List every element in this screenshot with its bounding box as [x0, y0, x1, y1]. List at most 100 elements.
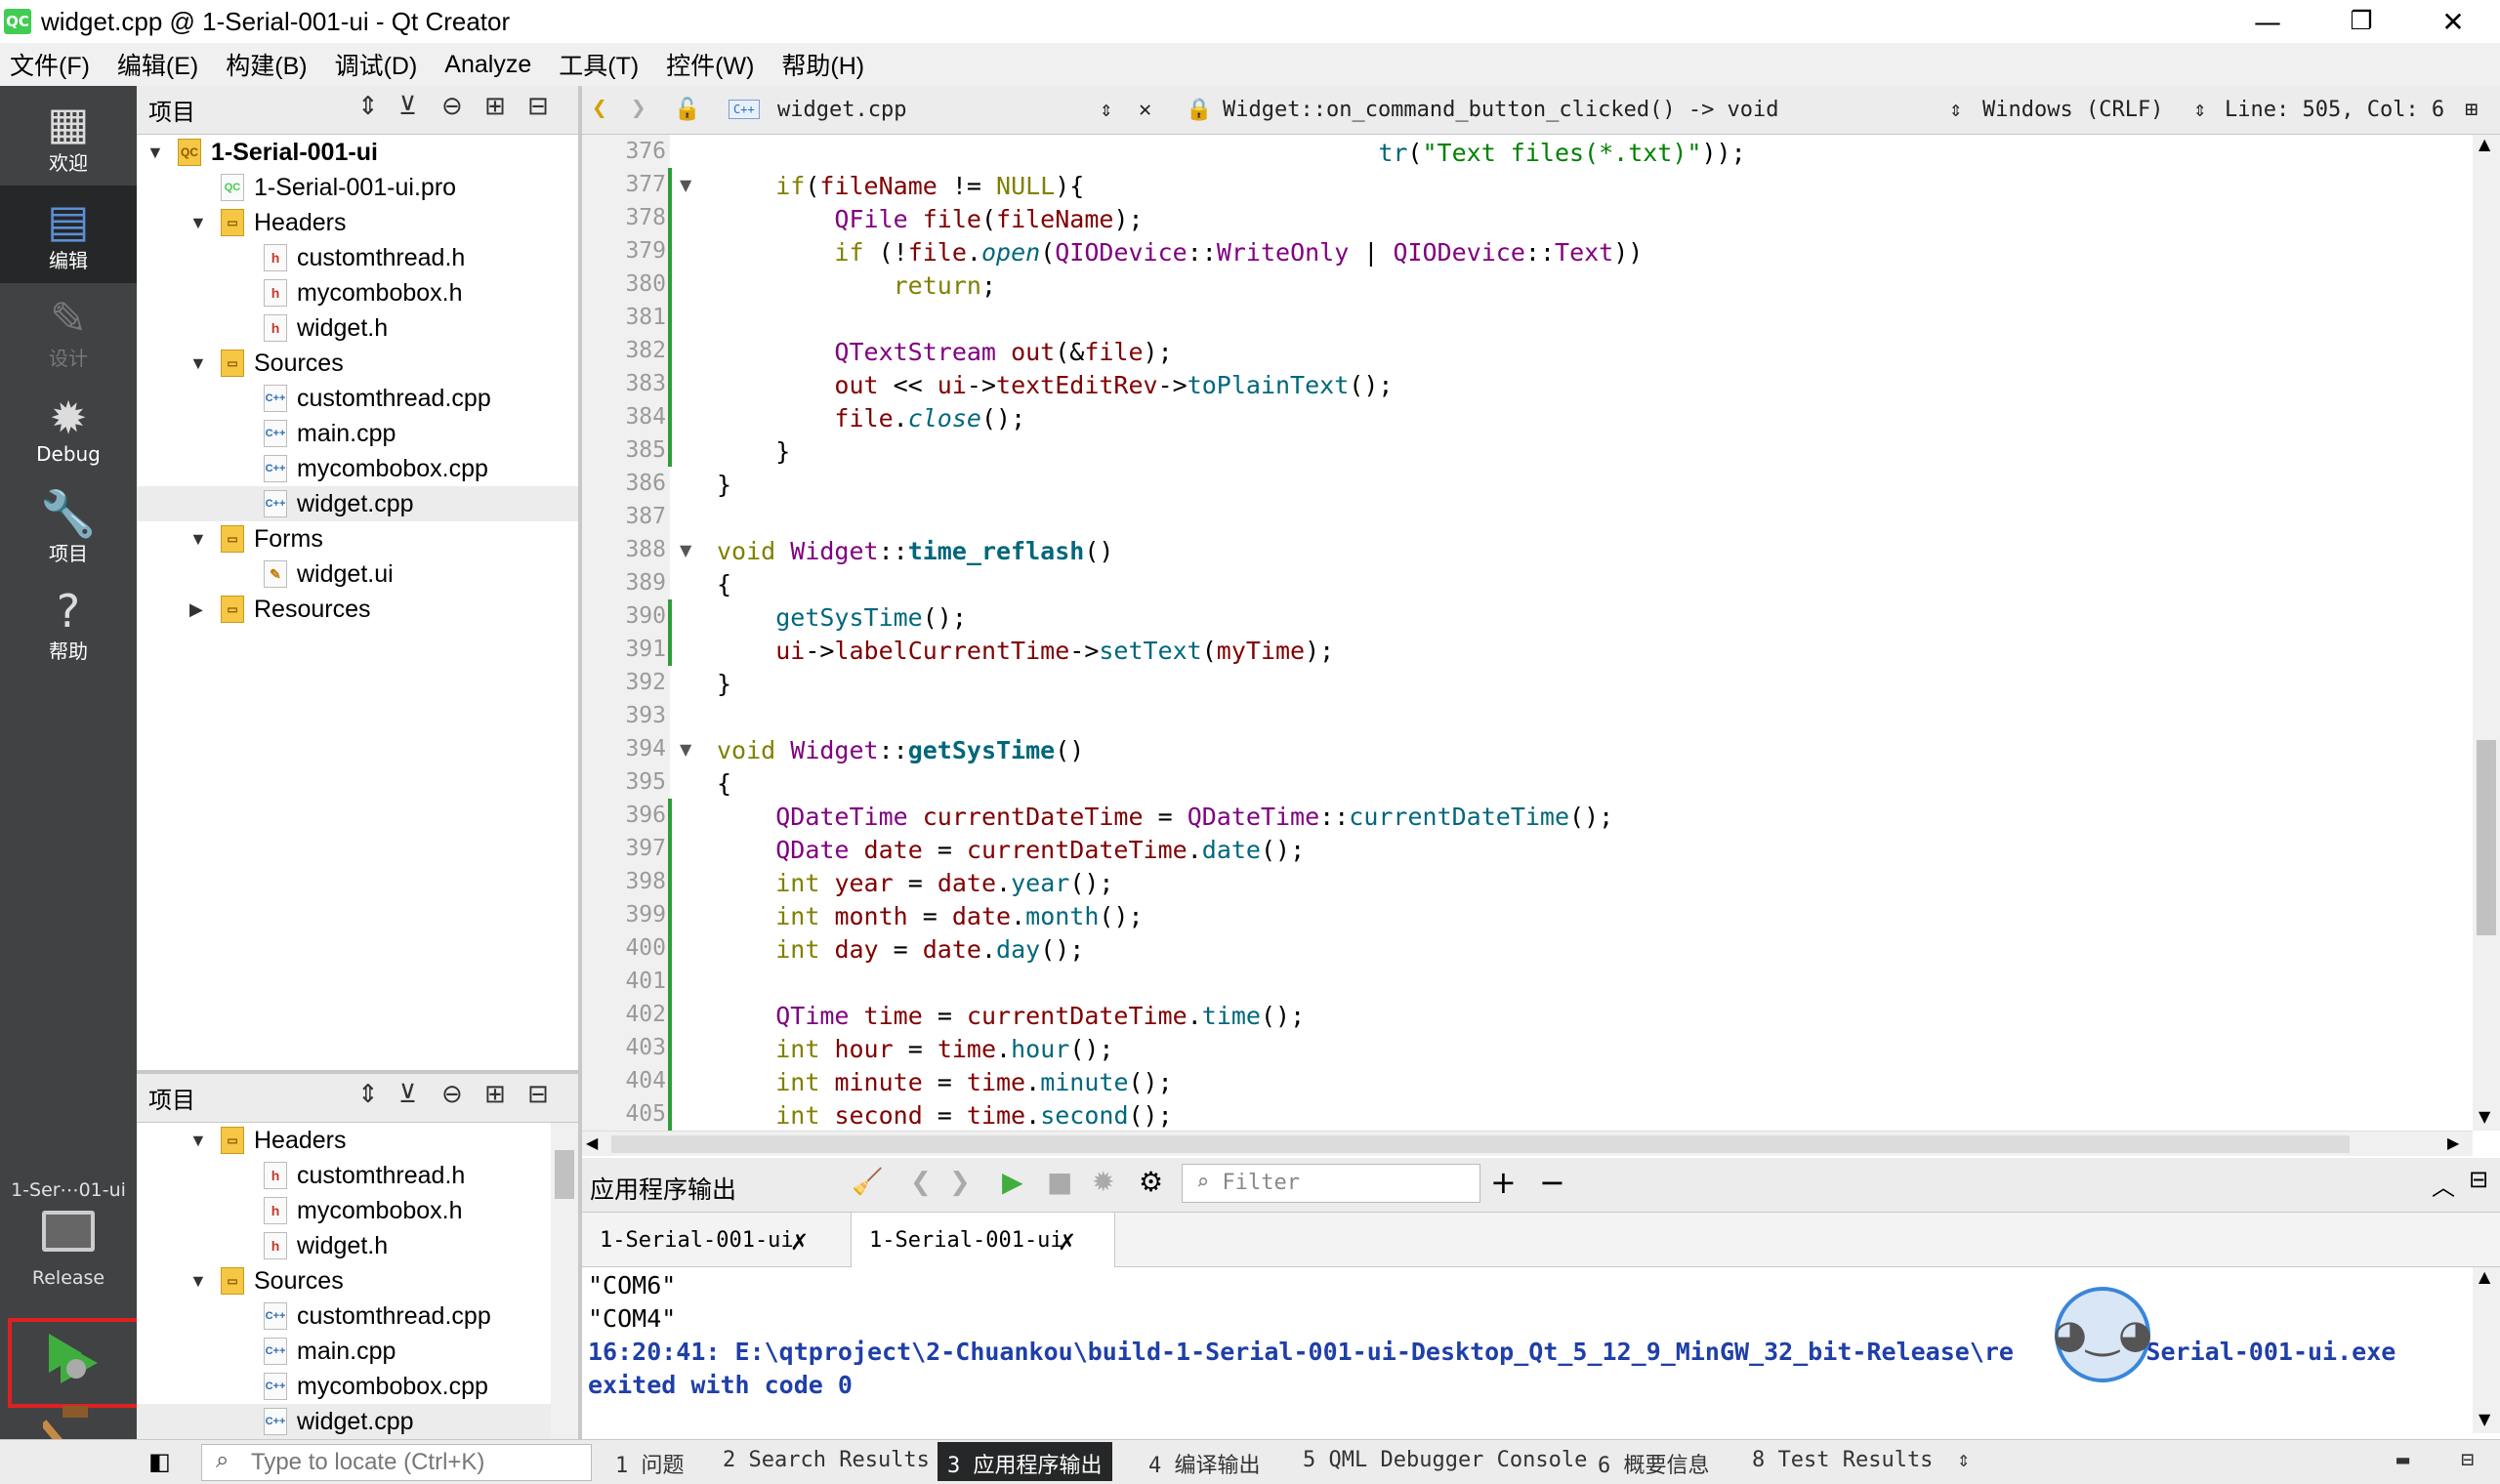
document-combo-arrow-icon[interactable]: ⇕ [1100, 98, 1112, 122]
mode-welcome[interactable]: ▦ 欢迎 [0, 88, 137, 186]
menu-debug[interactable]: 调试(D) [335, 47, 418, 82]
expand-arrow-icon[interactable]: ▼ [189, 1131, 207, 1151]
floating-assistant-avatar[interactable]: ◕‿◕ [2053, 1287, 2152, 1382]
cursor-position[interactable]: Line: 505, Col: 6 [2225, 98, 2444, 122]
stop-icon[interactable]: ■ [1047, 1166, 1072, 1198]
tree-item[interactable]: C++ mycombobox.cpp [137, 451, 578, 486]
kit-selector[interactable]: 1-Ser⋯01-ui Release [0, 1170, 137, 1316]
tree-item[interactable]: C++ customthread.cpp [137, 1298, 578, 1334]
link-icon[interactable]: ⊖ [441, 1080, 463, 1109]
collapse-arrow-icon[interactable]: ▶ [189, 599, 203, 620]
tree-item[interactable]: ▼ QC 1-Serial-001-ui [137, 135, 578, 170]
application-output[interactable]: "COM6" "COM4" 16:20:41: E:\qtproject\2-C… [582, 1267, 2473, 1433]
tree-item[interactable]: ▼ ▭ Sources [137, 1263, 578, 1298]
tree-item[interactable]: h widget.h [137, 1228, 578, 1263]
scroll-up-icon[interactable]: ▲ [2479, 135, 2490, 153]
tree-item[interactable]: C++ main.cpp [137, 416, 578, 451]
menu-file[interactable]: 文件(F) [10, 47, 90, 82]
menu-edit[interactable]: 编辑(E) [117, 47, 198, 82]
tree-item[interactable]: ▶ ▭ Resources [137, 592, 578, 627]
scroll-up-icon[interactable]: ▲ [2479, 1267, 2490, 1286]
rerun-icon[interactable]: ▶ [1002, 1166, 1023, 1198]
attach-debugger-icon[interactable]: ✹ [1092, 1166, 1114, 1198]
filter-icon[interactable]: ⊻ [398, 1080, 417, 1109]
tree-scrollbar-thumb[interactable] [555, 1150, 574, 1199]
open-document-combo[interactable]: widget.cpp [777, 98, 906, 122]
expand-arrow-icon[interactable]: ▼ [189, 353, 207, 374]
tree-item[interactable]: C++ widget.cpp [137, 1404, 578, 1439]
progress-toggle-icon[interactable]: ▬ [2396, 1448, 2409, 1472]
close-tab-icon[interactable]: ✗ [1059, 1224, 1075, 1257]
split-icon[interactable]: ⊞ [484, 1080, 506, 1109]
link-icon[interactable]: ⊖ [441, 92, 463, 121]
editor-vertical-scrollbar[interactable]: ▲ ▼ [2473, 135, 2500, 1131]
tree-item[interactable]: ▼ ▭ Forms [137, 521, 578, 556]
menu-tools[interactable]: 工具(T) [559, 47, 639, 82]
restore-button[interactable]: ❐ [2314, 0, 2408, 43]
scroll-left-icon[interactable]: ◀ [586, 1134, 598, 1152]
close-pane-icon[interactable]: ⊟ [527, 92, 549, 121]
output-tab[interactable]: 1-Serial-001-ui ✗ [582, 1213, 852, 1267]
menu-help[interactable]: 帮助(H) [781, 47, 864, 82]
tree-item[interactable]: h mycombobox.h [137, 275, 578, 310]
tree-item[interactable]: h mycombobox.h [137, 1193, 578, 1228]
close-button[interactable]: ✕ [2406, 0, 2500, 43]
expand-arrow-icon[interactable]: ▼ [189, 529, 207, 550]
tree-item[interactable]: C++ main.cpp [137, 1334, 578, 1369]
line-ending-arrow-icon[interactable]: ⇕ [2193, 98, 2206, 122]
zoom-out-icon[interactable]: − [1539, 1164, 1565, 1201]
fold-marker-icon[interactable]: ▼ [680, 541, 691, 559]
tab-general-messages[interactable]: 6 概要信息 [1598, 1448, 1710, 1479]
tree-scrollbar[interactable] [551, 1123, 578, 1439]
fold-marker-icon[interactable]: ▼ [680, 176, 691, 194]
mode-debug[interactable]: ✹ Debug [0, 381, 137, 478]
expand-arrow-icon[interactable]: ▼ [146, 143, 164, 163]
forward-arrow-icon[interactable]: ❯ [631, 94, 646, 123]
close-pane-icon[interactable]: ⊟ [2469, 1166, 2488, 1193]
output-pane-toggle-icon[interactable]: ⊟ [2461, 1448, 2474, 1472]
fold-marker-icon[interactable]: ▼ [680, 740, 691, 759]
back-arrow-icon[interactable]: ❮ [592, 94, 607, 123]
toggle-sidebar-icon[interactable]: ◧ [148, 1448, 171, 1475]
tree-item[interactable]: h customthread.h [137, 240, 578, 275]
tree-item[interactable]: ✎ widget.ui [137, 556, 578, 592]
locator-input[interactable]: ⌕ Type to locate (Ctrl+K) [201, 1444, 592, 1481]
mode-help[interactable]: ? 帮助 [0, 576, 137, 674]
editor-scroll-thumb[interactable] [2477, 740, 2496, 935]
zoom-in-icon[interactable]: + [1490, 1164, 1517, 1201]
symbol-combo-arrow-icon[interactable]: ⇕ [1949, 98, 1962, 122]
scroll-down-icon[interactable]: ▼ [2479, 1107, 2490, 1126]
tree-item[interactable]: ▼ ▭ Headers [137, 1123, 578, 1158]
mode-edit[interactable]: ▤ 编辑 [0, 186, 137, 283]
editor-hscroll-thumb[interactable] [611, 1135, 2350, 1153]
scroll-right-icon[interactable]: ▶ [2447, 1134, 2459, 1152]
tree-item[interactable]: C++ customthread.cpp [137, 381, 578, 416]
filter-icon[interactable]: ⊻ [398, 92, 417, 121]
close-document-icon[interactable]: ✕ [1139, 98, 1151, 122]
output-tab-active[interactable]: 1-Serial-001-ui ✗ [852, 1213, 1115, 1267]
scroll-down-icon[interactable]: ▼ [2479, 1410, 2490, 1428]
mode-design[interactable]: ✎ 设计 [0, 283, 137, 381]
tree-item[interactable]: h widget.h [137, 310, 578, 346]
menu-analyze[interactable]: Analyze [444, 51, 531, 79]
editor-horizontal-scrollbar[interactable]: ◀ ▶ [582, 1131, 2473, 1156]
symbol-combo[interactable]: Widget::on_command_button_clicked() -> v… [1223, 98, 1779, 122]
expand-arrow-icon[interactable]: ▼ [189, 1271, 207, 1292]
line-ending-combo[interactable]: Windows (CRLF) [1982, 98, 2163, 122]
output-prev-icon[interactable]: ❮ [910, 1168, 932, 1197]
navigator-combo-arrow-icon[interactable]: ⇕ [357, 92, 379, 121]
settings-gear-icon[interactable]: ⚙ [1139, 1166, 1163, 1198]
minimize-button[interactable]: — [2221, 0, 2314, 43]
tab-test-results[interactable]: 8 Test Results [1752, 1448, 1933, 1472]
tree-item[interactable]: C++ widget.cpp [137, 486, 578, 521]
menu-controls[interactable]: 控件(W) [666, 47, 754, 82]
menu-build[interactable]: 构建(B) [226, 47, 307, 82]
split-editor-icon[interactable]: ⊞ [2465, 98, 2478, 122]
debug-run-button[interactable] [43, 1332, 92, 1384]
output-next-icon[interactable]: ❯ [949, 1168, 971, 1197]
output-filter-input[interactable]: ⌕ Filter [1182, 1164, 1480, 1203]
expand-arrow-icon[interactable]: ▼ [189, 213, 207, 233]
more-tabs-arrow-icon[interactable]: ⇕ [1957, 1448, 1970, 1472]
tree-item[interactable]: QC 1-Serial-001-ui.pro [137, 170, 578, 205]
tree-item[interactable]: ▼ ▭ Sources [137, 346, 578, 381]
